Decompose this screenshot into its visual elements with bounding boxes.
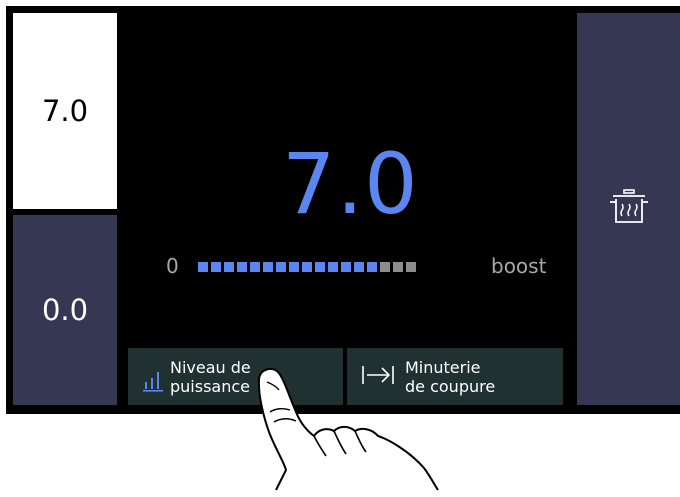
level-segment-filled <box>302 262 312 272</box>
level-segment-filled <box>198 262 208 272</box>
power-level-button-label: Niveau de puissance <box>170 358 251 396</box>
cooktop-control-panel: 7.0 0.0 7.0 0 boost Niveau de puissance <box>6 6 680 414</box>
power-level-label-line2: puissance <box>170 376 250 396</box>
level-segment-filled <box>328 262 338 272</box>
level-segment-filled <box>367 262 377 272</box>
scale-min-label: 0 <box>166 254 179 278</box>
shutoff-timer-button-label: Minuterie de coupure <box>405 358 495 396</box>
shutoff-timer-label-line1: Minuterie <box>405 357 481 377</box>
level-segment-filled <box>341 262 351 272</box>
cooking-zone-top[interactable]: 7.0 <box>13 13 117 209</box>
power-level-button[interactable]: Niveau de puissance <box>128 348 343 405</box>
power-level-label-line1: Niveau de <box>170 357 251 377</box>
cooking-zone-top-value: 7.0 <box>41 94 89 128</box>
cooking-zone-bottom[interactable]: 0.0 <box>13 215 117 405</box>
scale-max-label: boost <box>491 254 547 278</box>
level-segment-filled <box>263 262 273 272</box>
level-segment-filled <box>250 262 260 272</box>
level-segment-filled <box>224 262 234 272</box>
level-segment-filled <box>276 262 286 272</box>
shutoff-timer-button[interactable]: Minuterie de coupure <box>347 348 563 405</box>
power-level-slider[interactable] <box>198 262 416 272</box>
level-segment-filled <box>315 262 325 272</box>
cooking-pot-steam-icon <box>609 188 649 230</box>
level-segment-filled <box>289 262 299 272</box>
shutoff-timer-label-line2: de coupure <box>405 376 496 396</box>
power-level-display: 7.0 <box>282 135 419 233</box>
level-segment-filled <box>354 262 364 272</box>
level-segment-filled <box>237 262 247 272</box>
level-segment-empty <box>406 262 416 272</box>
level-segment-empty <box>380 262 390 272</box>
level-segment-filled <box>211 262 221 272</box>
cooking-zone-bottom-value: 0.0 <box>41 293 89 327</box>
level-segment-empty <box>393 262 403 272</box>
keep-warm-zone-button[interactable] <box>577 13 680 405</box>
power-level-bars-icon <box>142 368 164 396</box>
arrow-to-bar-icon <box>361 363 395 391</box>
